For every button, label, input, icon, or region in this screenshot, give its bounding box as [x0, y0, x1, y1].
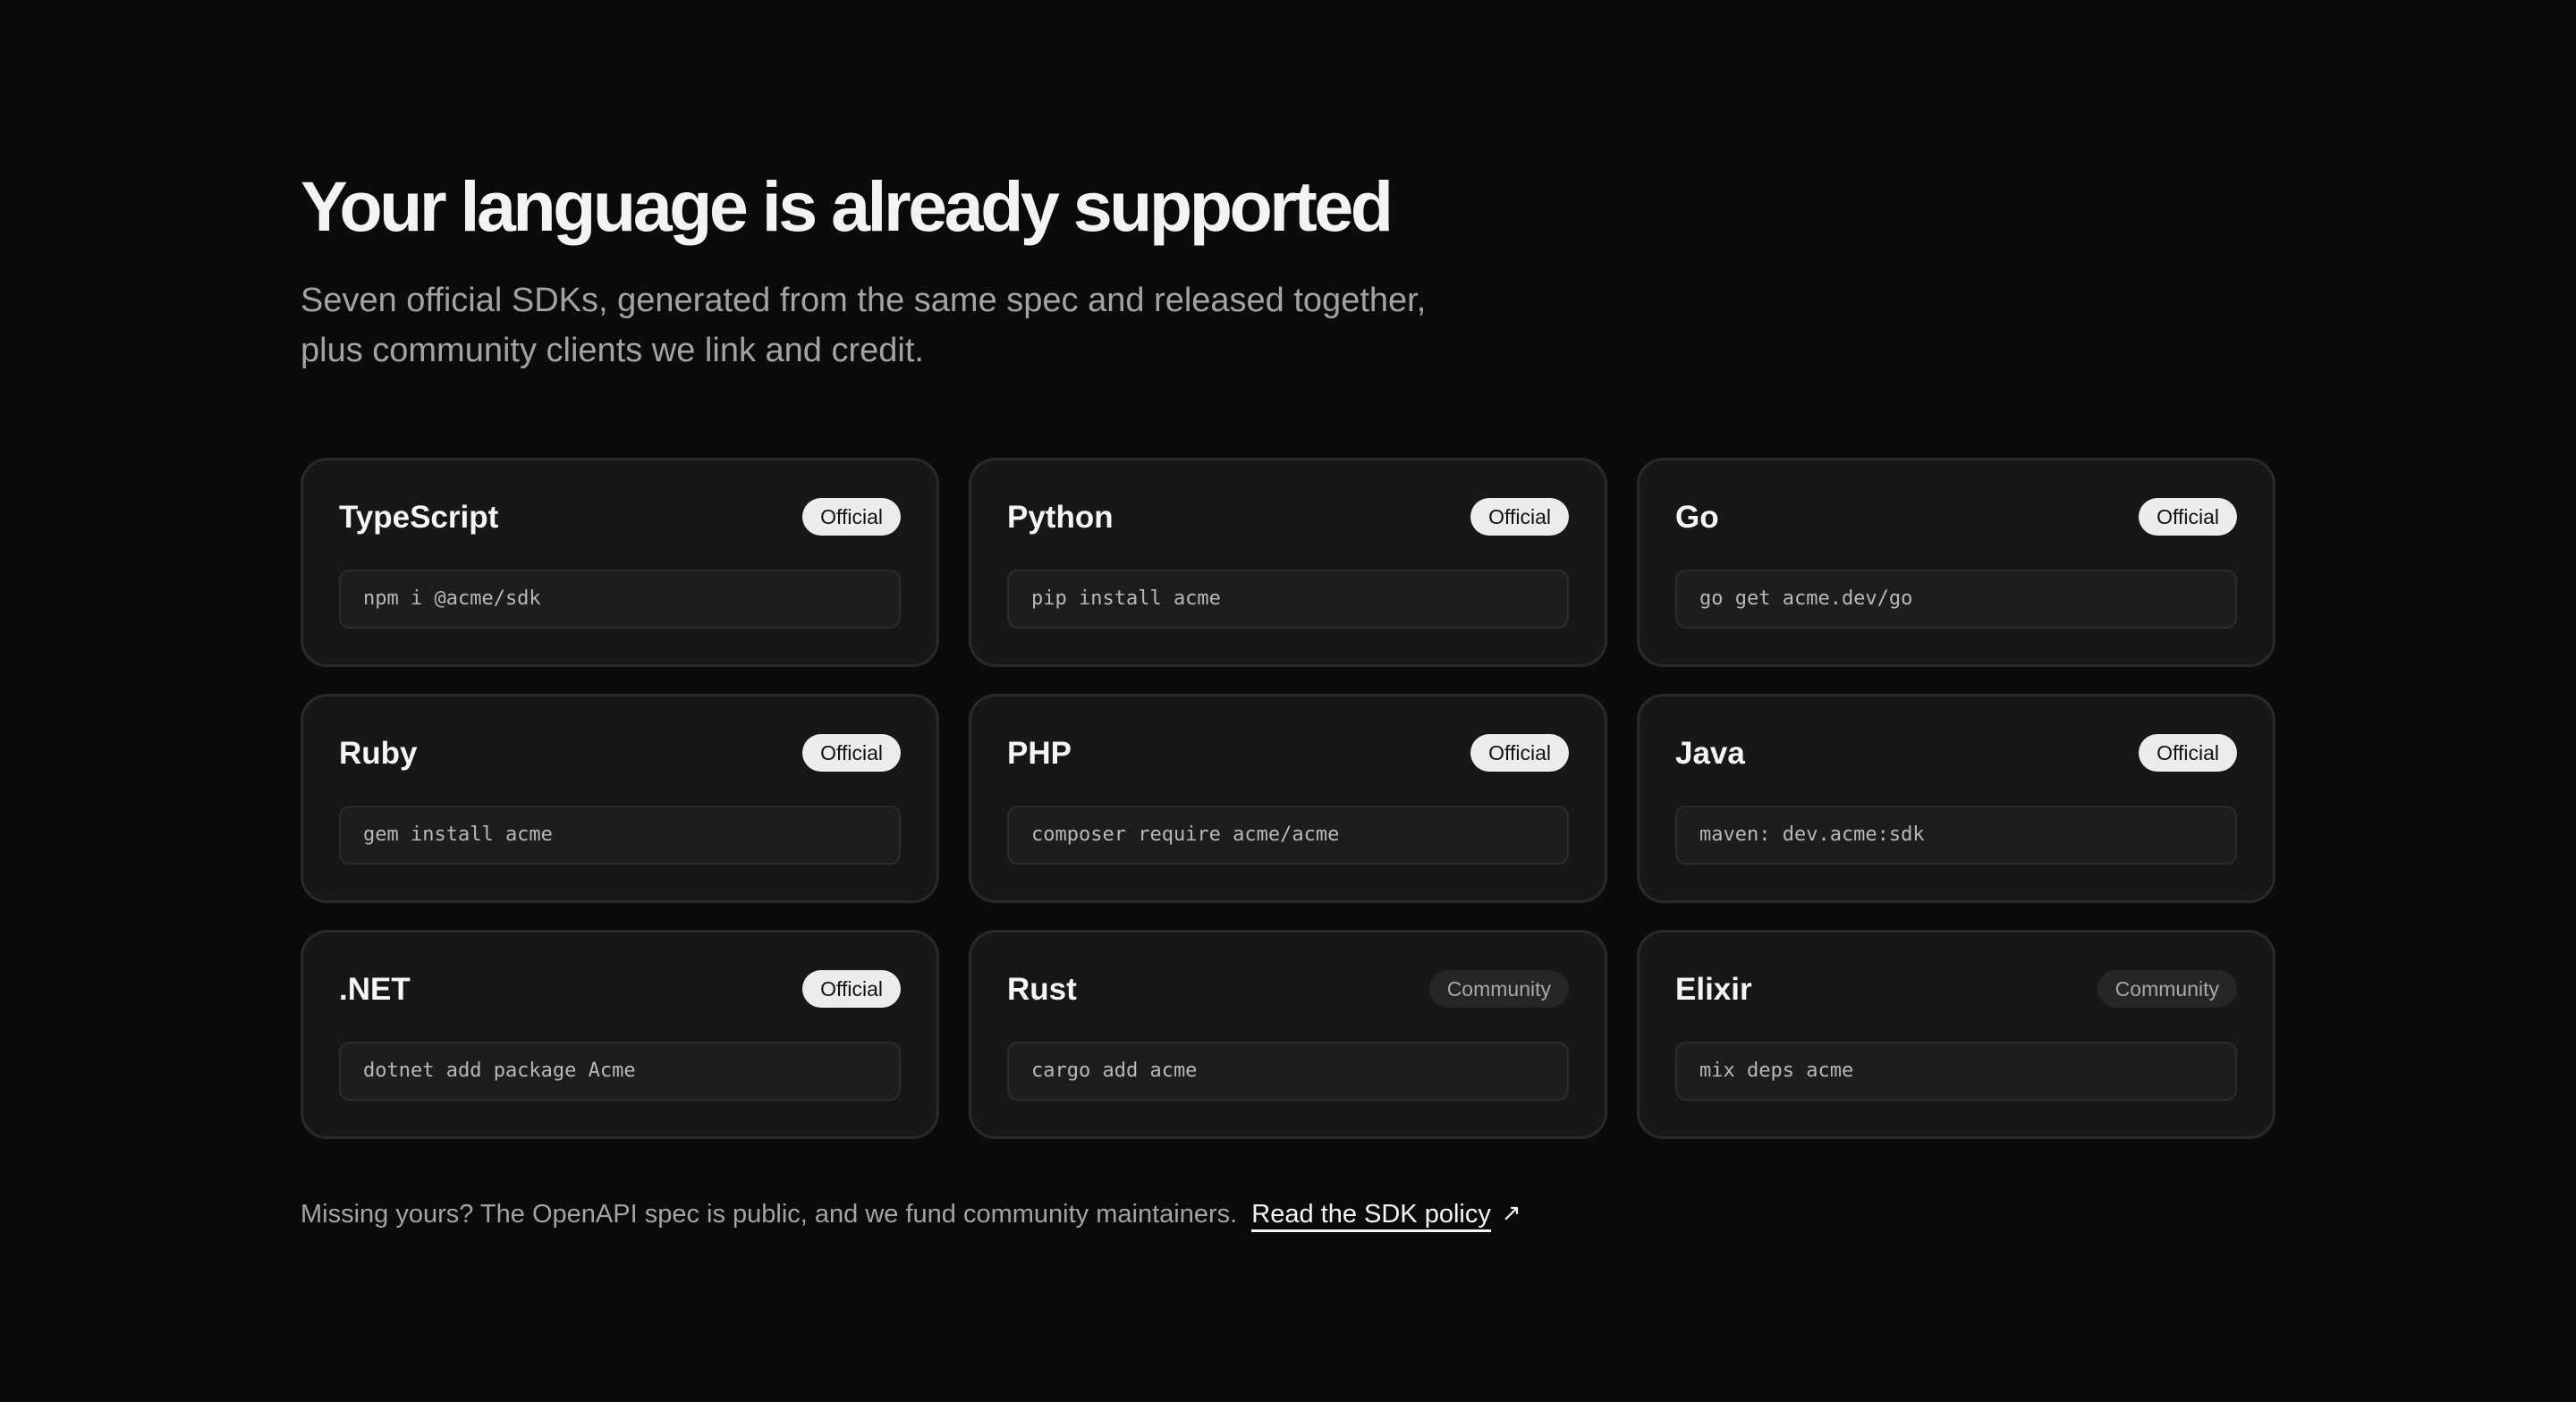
sdk-section: Your language is already supported Seven… — [301, 166, 2277, 1232]
official-badge: Official — [2139, 734, 2237, 772]
sdk-card-rust: Rust Community cargo add acme — [969, 930, 1607, 1139]
sdk-name: TypeScript — [339, 500, 499, 535]
arrow-up-right-icon[interactable]: ↗ — [1502, 1195, 1521, 1230]
sdk-name: Ruby — [339, 736, 418, 771]
install-command[interactable]: composer require acme/acme — [1007, 806, 1569, 865]
community-badge: Community — [2097, 970, 2237, 1008]
sdk-name: Elixir — [1675, 972, 1752, 1007]
sdk-name: .NET — [339, 972, 411, 1007]
sdk-name: Java — [1675, 736, 1745, 771]
sdk-name: Go — [1675, 500, 1719, 535]
page-title: Your language is already supported — [301, 166, 1394, 246]
install-command[interactable]: mix deps acme — [1675, 1042, 2237, 1101]
install-command[interactable]: pip install acme — [1007, 570, 1569, 629]
official-badge: Official — [802, 734, 901, 772]
sdk-card-java: Java Official maven: dev.acme:sdk — [1637, 694, 2275, 903]
install-command[interactable]: gem install acme — [339, 806, 901, 865]
official-badge: Official — [802, 970, 901, 1008]
footer-note: Missing yours? The OpenAPI spec is publi… — [301, 1195, 1521, 1232]
sdk-name: Rust — [1007, 972, 1077, 1007]
sdk-grid: TypeScript Official npm i @acme/sdk Pyth… — [301, 458, 2275, 1139]
sdk-card-php: PHP Official composer require acme/acme — [969, 694, 1607, 903]
install-command[interactable]: maven: dev.acme:sdk — [1675, 806, 2237, 865]
sdk-name: PHP — [1007, 736, 1072, 771]
official-badge: Official — [802, 498, 901, 536]
sdk-name: Python — [1007, 500, 1114, 535]
official-badge: Official — [1470, 498, 1569, 536]
subtitle-line-2: plus community clients we link and credi… — [301, 332, 924, 369]
footer-text: Missing yours? The OpenAPI spec is publi… — [301, 1200, 1238, 1229]
subtitle-line-1: Seven official SDKs, generated from the … — [301, 282, 1427, 319]
sdk-card-typescript: TypeScript Official npm i @acme/sdk — [301, 458, 939, 667]
official-badge: Official — [2139, 498, 2237, 536]
install-command[interactable]: cargo add acme — [1007, 1042, 1569, 1101]
install-command[interactable]: go get acme.dev/go — [1675, 570, 2237, 629]
community-badge: Community — [1428, 970, 1569, 1008]
install-command[interactable]: dotnet add package Acme — [339, 1042, 901, 1101]
sdk-policy-link[interactable]: Read the SDK policy — [1251, 1200, 1491, 1232]
sdk-card-python: Python Official pip install acme — [969, 458, 1607, 667]
sdk-card-ruby: Ruby Official gem install acme — [301, 694, 939, 903]
install-command[interactable]: npm i @acme/sdk — [339, 570, 901, 629]
page-subtitle: Seven official SDKs, generated from the … — [301, 275, 1517, 376]
sdk-card-dotnet: .NET Official dotnet add package Acme — [301, 930, 939, 1139]
official-badge: Official — [1470, 734, 1569, 772]
sdk-card-go: Go Official go get acme.dev/go — [1637, 458, 2275, 667]
sdk-card-elixir: Elixir Community mix deps acme — [1637, 930, 2275, 1139]
